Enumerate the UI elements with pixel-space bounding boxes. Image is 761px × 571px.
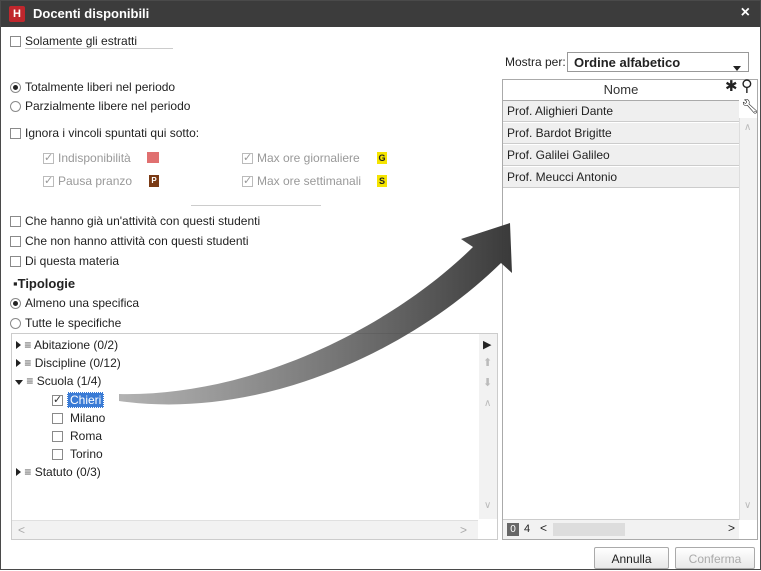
dialog-window: H Docenti disponibili × Solamente gli es… <box>0 0 761 570</box>
curved-arrow-icon <box>119 223 512 405</box>
annulla-button[interactable]: Annulla <box>594 547 669 569</box>
curved-arrow-shape <box>119 223 512 405</box>
conferma-button[interactable]: Conferma <box>675 547 755 569</box>
